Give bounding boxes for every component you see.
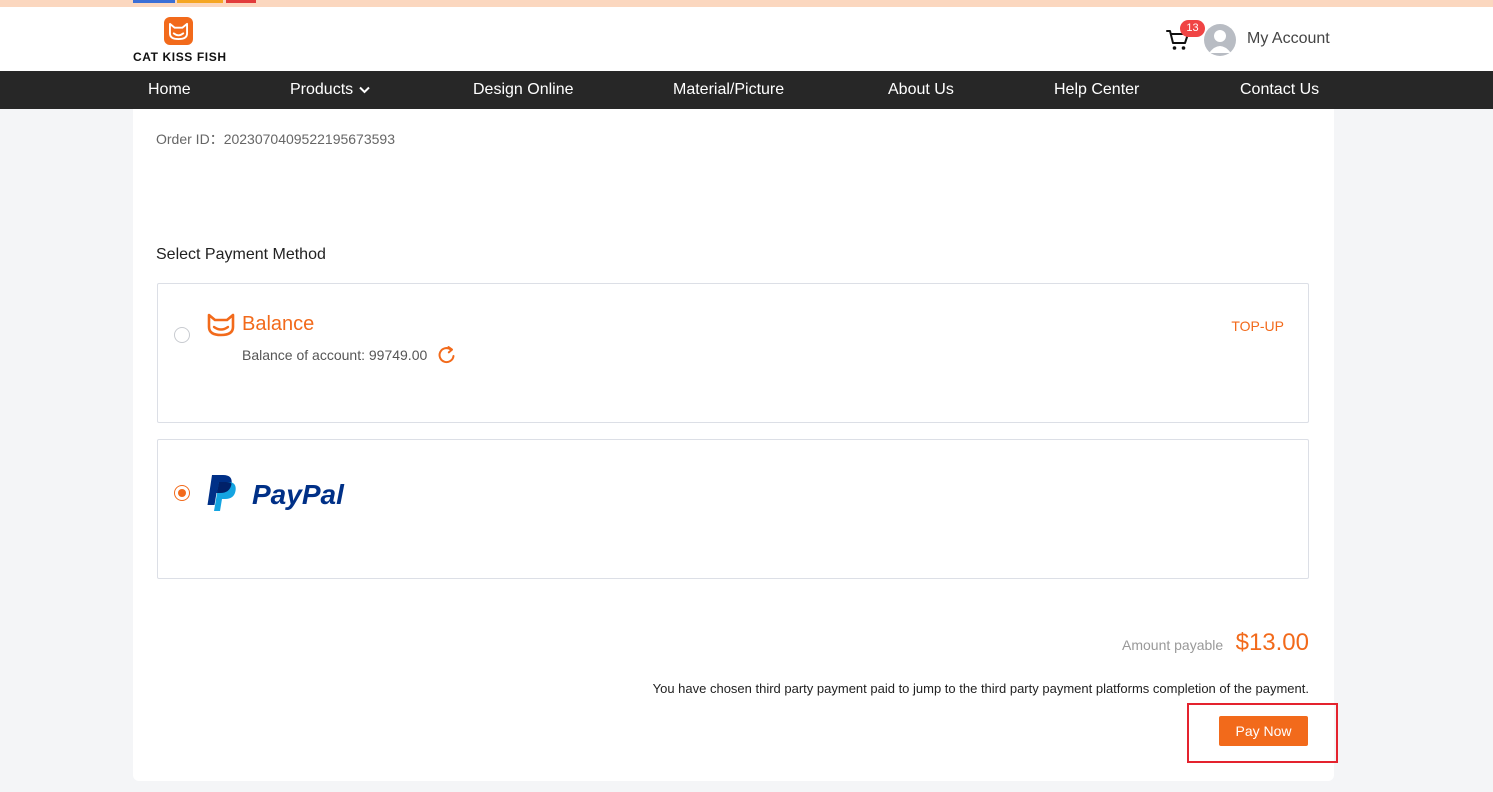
user-icon (1209, 30, 1231, 53)
balance-label: Balance of account: (242, 347, 369, 363)
amount-payable-label: Amount payable (1122, 637, 1224, 653)
paypal-option[interactable]: PayPal (157, 439, 1309, 579)
cat-balance-icon (206, 312, 236, 338)
cat-logo-icon (164, 17, 193, 45)
brand-logo[interactable]: CAT KISS FISH (133, 17, 228, 65)
brand-name: CAT KISS FISH (133, 50, 227, 64)
chevron-down-icon (359, 71, 370, 109)
nav-about-us[interactable]: About Us (888, 71, 954, 109)
balance-title: Balance (242, 313, 315, 335)
top-up-link[interactable]: TOP-UP (1231, 318, 1284, 334)
top-strip-tabs (133, 0, 258, 3)
third-party-notice: You have chosen third party payment paid… (652, 681, 1309, 696)
nav-products-label: Products (290, 81, 354, 99)
nav-products[interactable]: Products (290, 71, 370, 109)
balance-value: 99749.00 (368, 347, 428, 363)
balance-option[interactable]: Balance Balance of account: 99749.00 TOP… (157, 283, 1309, 423)
avatar[interactable] (1204, 24, 1236, 56)
amount-payable-value: $13.00 (1235, 629, 1309, 656)
nav-contact-us[interactable]: Contact Us (1240, 71, 1319, 109)
paypal-icon (207, 475, 236, 511)
pay-now-button[interactable]: Pay Now (1219, 716, 1308, 746)
main-nav: Home Products Design Online Material/Pic… (0, 71, 1493, 109)
payment-method-title: Select Payment Method (156, 246, 326, 263)
order-id-label: Order ID： (156, 131, 224, 147)
nav-material-picture[interactable]: Material/Picture (673, 71, 784, 109)
nav-design-online[interactable]: Design Online (473, 71, 574, 109)
payment-card: Order ID：2023070409522195673593 Select P… (133, 109, 1334, 781)
cart-count-badge: 13 (1180, 20, 1205, 37)
top-banner-strip (0, 0, 1493, 7)
order-id: Order ID：2023070409522195673593 (156, 129, 395, 149)
paypal-logo: PayPal (206, 474, 376, 514)
nav-help-center[interactable]: Help Center (1054, 71, 1139, 109)
paypal-radio[interactable] (174, 485, 190, 501)
balance-radio[interactable] (174, 327, 190, 343)
nav-home[interactable]: Home (148, 71, 191, 109)
order-id-value: 2023070409522195673593 (223, 131, 395, 147)
refresh-icon[interactable] (437, 345, 457, 365)
my-account-link[interactable]: My Account (1247, 30, 1330, 48)
paypal-wordmark: PayPal (252, 479, 345, 510)
balance-of-account: Balance of account: 99749.00 (242, 347, 427, 363)
site-header: CAT KISS FISH 13 My Account (0, 7, 1493, 71)
